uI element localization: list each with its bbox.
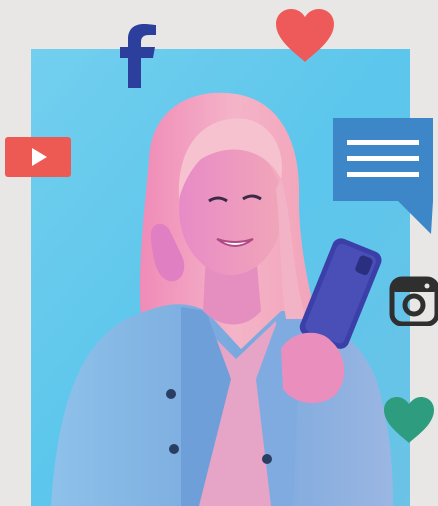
heart-icon[interactable] (274, 8, 336, 64)
youtube-icon[interactable] (5, 137, 71, 177)
heart-icon[interactable] (382, 395, 436, 445)
facebook-icon[interactable] (118, 22, 158, 88)
instagram-icon[interactable] (389, 276, 438, 327)
chat-bubble-icon[interactable] (333, 118, 433, 234)
